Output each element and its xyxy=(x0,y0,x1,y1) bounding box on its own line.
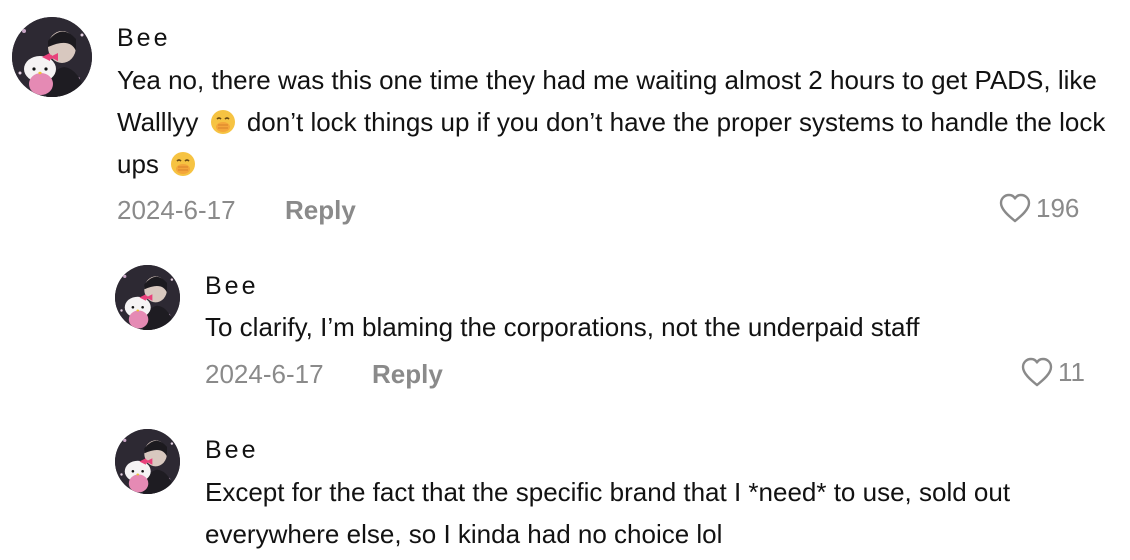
face-with-hand-over-mouth-emoji-icon xyxy=(210,105,236,134)
avatar[interactable] xyxy=(115,265,180,330)
comment-date: 2024-6-17 xyxy=(117,195,236,225)
comment-text: To clarify, I’m blaming the corporations… xyxy=(205,312,920,342)
comment-text-part: don’t lock things up if you don’t have t… xyxy=(117,107,1106,179)
profile-photo-icon xyxy=(115,429,180,494)
username[interactable]: Bee xyxy=(205,436,258,465)
comment-text: Except for the fact that the specific br… xyxy=(205,477,1011,549)
username[interactable]: Bee xyxy=(205,272,258,301)
username[interactable]: Bee xyxy=(117,24,170,53)
comment-date: 2024-6-17 xyxy=(205,359,324,389)
heart-icon xyxy=(999,193,1031,223)
like-button[interactable]: 196 xyxy=(998,192,1079,224)
like-count: 11 xyxy=(1058,356,1085,387)
reply-button[interactable]: Reply xyxy=(372,359,443,390)
face-with-hand-over-mouth-emoji-icon xyxy=(170,147,196,176)
like-button[interactable]: 11 xyxy=(1020,356,1085,388)
profile-photo-icon xyxy=(115,265,180,330)
avatar[interactable] xyxy=(12,17,92,97)
avatar[interactable] xyxy=(115,429,180,494)
reply-button[interactable]: Reply xyxy=(285,195,356,226)
profile-photo-icon xyxy=(12,17,92,97)
like-count: 196 xyxy=(1036,192,1080,223)
heart-icon xyxy=(1021,357,1053,387)
comment-text: Yea no, there was this one time they had… xyxy=(117,59,1107,185)
